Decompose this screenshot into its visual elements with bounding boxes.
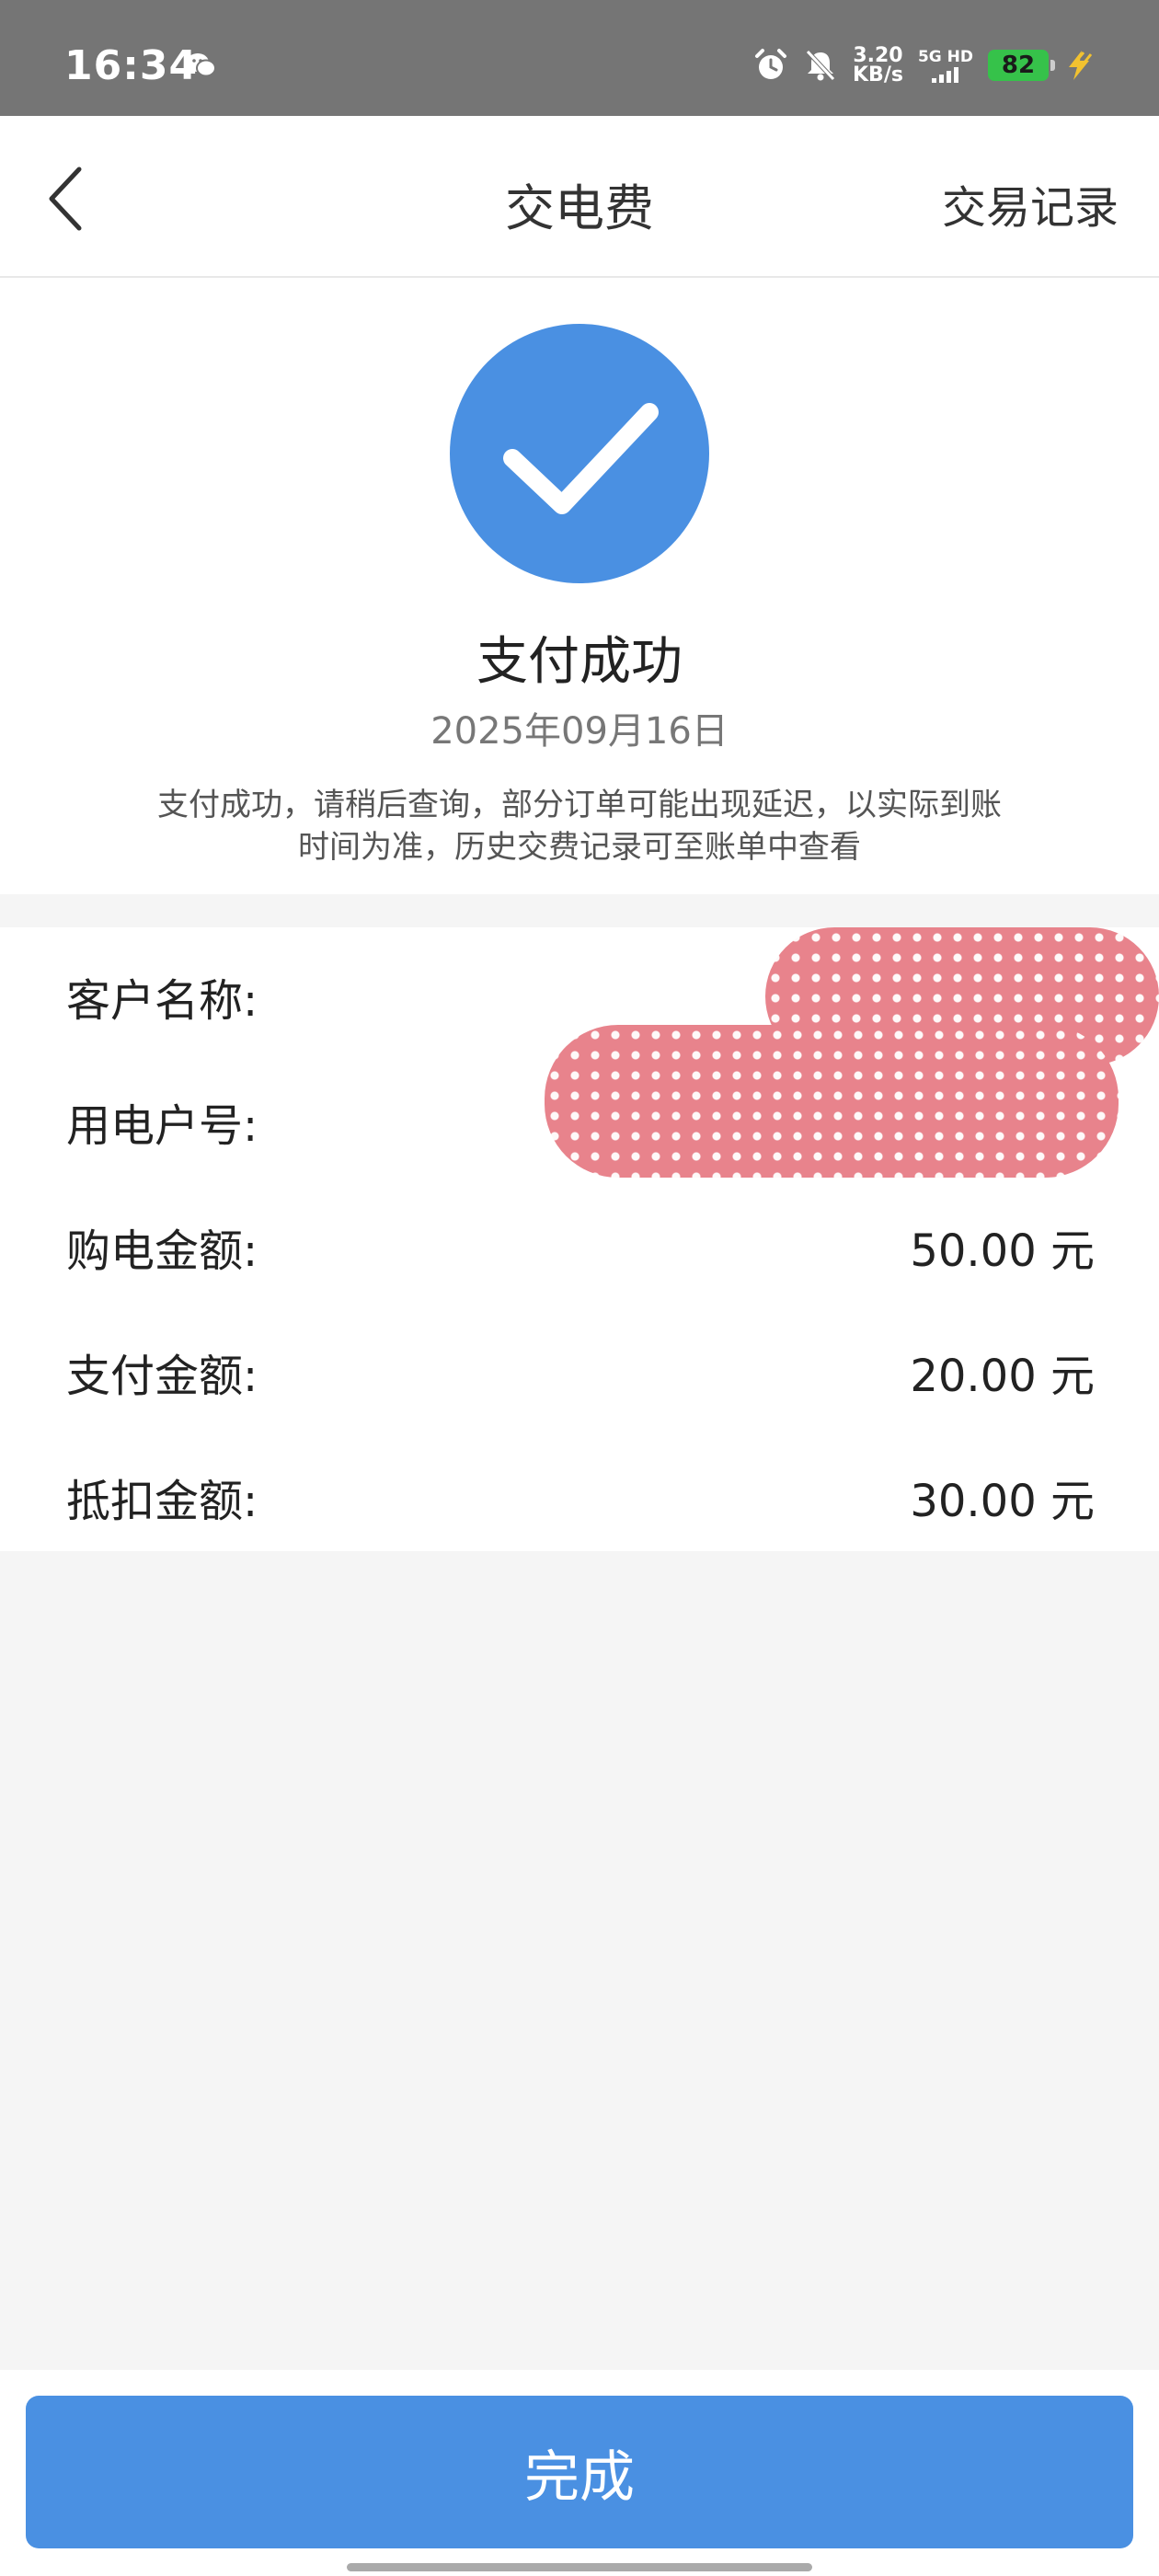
transaction-records-link[interactable]: 交易记录 (942, 171, 1119, 236)
charging-icon (1069, 51, 1093, 80)
order-details: 客户名称: 用电户号: 购电金额: 50.00 元 支付金额: 20.00 元 … (0, 927, 1159, 1551)
bottom-action-bar: 完成 (0, 2370, 1159, 2576)
detail-label: 支付金额: (66, 1351, 258, 1402)
status-time: 16:34 (64, 42, 199, 89)
wechat-icon (187, 53, 216, 77)
network-speed-unit: KB/s (853, 63, 903, 86)
status-bar: 16:34 3.20 KB/s 5G HD 82 (0, 0, 1159, 116)
home-indicator[interactable] (347, 2563, 812, 2571)
payment-result-card: 支付成功 2025年09月16日 支付成功，请稍后查询，部分订单可能出现延迟，以… (0, 278, 1159, 894)
detail-row-purchase-amount: 购电金额: 50.00 元 (0, 1178, 1159, 1303)
signal-label: 5G HD (917, 48, 973, 66)
result-note: 支付成功，请稍后查询，部分订单可能出现延迟，以实际到账时间为准，历史交费记录可至… (157, 787, 1002, 866)
detail-row-paid-amount: 支付金额: 20.00 元 (0, 1303, 1159, 1428)
result-title: 支付成功 (476, 632, 683, 692)
battery-icon: 82 (988, 50, 1055, 81)
battery-level: 82 (1001, 52, 1036, 79)
network-speed: 3.20 KB/s (853, 44, 903, 86)
nav-header: 交电费 交易记录 (0, 116, 1159, 278)
detail-row-deduction-amount: 抵扣金额: 30.00 元 (0, 1428, 1159, 1553)
alarm-icon (755, 49, 786, 79)
network-speed-value: 3.20 (853, 44, 903, 67)
detail-value: 30.00 元 (910, 1476, 1095, 1527)
check-circle-icon (450, 324, 709, 583)
detail-value: 50.00 元 (910, 1225, 1095, 1277)
result-date: 2025年09月16日 (430, 710, 729, 753)
redaction-mark (545, 1025, 1119, 1178)
mute-icon (806, 50, 835, 81)
done-button[interactable]: 完成 (26, 2396, 1133, 2548)
detail-label: 客户名称: (66, 975, 258, 1027)
signal-icon: 5G HD (918, 48, 973, 83)
detail-label: 用电户号: (66, 1100, 258, 1152)
detail-label: 抵扣金额: (66, 1476, 258, 1527)
detail-label: 购电金额: (66, 1225, 258, 1277)
detail-value: 20.00 元 (910, 1351, 1095, 1402)
